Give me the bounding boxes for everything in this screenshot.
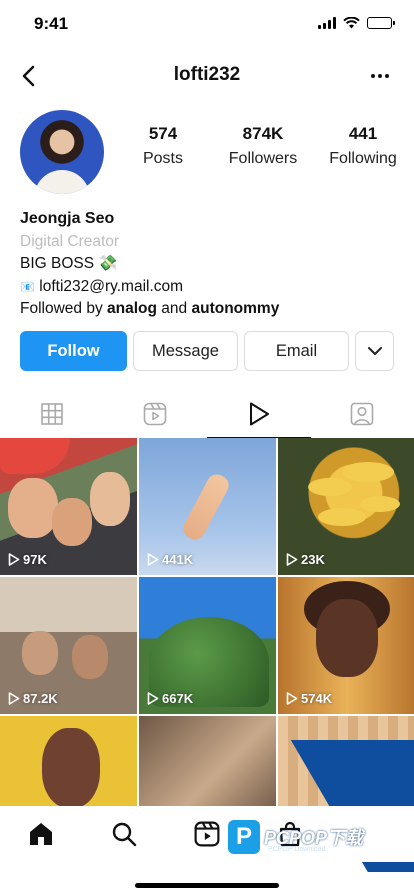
view-count: 667K <box>147 691 193 706</box>
stat-following[interactable]: 441 Following <box>318 124 408 168</box>
profile-bio: Jeongja Seo Digital Creator BIG BOSS 💸 📧… <box>20 208 400 321</box>
profile-stats: 574 Posts 874K Followers 441 Following <box>118 124 408 168</box>
view-count-text: 667K <box>162 691 194 706</box>
money-icon: 💸 <box>98 255 118 272</box>
tab-posts-grid[interactable] <box>0 390 104 438</box>
tab-videos[interactable] <box>207 390 311 438</box>
tab-reels[interactable] <box>104 390 208 438</box>
play-icon <box>286 692 298 705</box>
tagged-user-icon <box>350 402 374 426</box>
reels-icon <box>194 821 220 847</box>
followed-by-user-link[interactable]: analog <box>107 300 157 317</box>
email-button[interactable]: Email <box>244 331 349 371</box>
page-title: lofti232 <box>173 64 241 85</box>
watermark-p-icon: P <box>228 820 260 854</box>
status-icons <box>318 17 395 29</box>
play-icon <box>147 692 159 705</box>
view-count-text: 23K <box>301 552 325 567</box>
message-button[interactable]: Message <box>133 331 238 371</box>
nav-search[interactable] <box>104 814 144 854</box>
profile-category: Digital Creator <box>20 232 120 250</box>
video-thumbnail[interactable]: 97K <box>0 438 137 575</box>
search-icon <box>112 822 137 847</box>
video-thumbnail[interactable]: 441K <box>139 438 276 575</box>
profile-avatar[interactable] <box>20 110 104 194</box>
stat-label: Following <box>329 150 397 167</box>
home-icon <box>30 823 53 845</box>
bio-line: BIG BOSS 💸 <box>20 253 400 276</box>
stat-value: 874K <box>242 124 284 143</box>
view-count-text: 574K <box>301 691 333 706</box>
view-count: 23K <box>286 552 325 567</box>
bio-text: BIG BOSS <box>20 255 95 272</box>
chevron-down-icon <box>367 347 382 355</box>
reels-icon <box>143 402 167 426</box>
followed-by: Followed by analog and autonommy <box>20 298 400 321</box>
stat-value: 441 <box>348 124 378 143</box>
video-thumbnail[interactable]: 23K <box>278 438 414 575</box>
video-thumbnail[interactable]: 574K <box>278 577 414 714</box>
profile-actions: Follow Message Email <box>20 331 394 371</box>
email-envelope-icon: 📧 <box>20 279 35 294</box>
followed-by-and: and <box>161 300 188 317</box>
view-count-text: 87.2K <box>23 691 58 706</box>
stat-posts[interactable]: 574 Posts <box>118 124 208 168</box>
stat-label: Posts <box>142 150 183 167</box>
stat-followers[interactable]: 874K Followers <box>218 124 308 168</box>
play-icon <box>8 553 20 566</box>
view-count-text: 441K <box>162 552 194 567</box>
status-time: 9:41 <box>34 14 69 33</box>
content-tabs <box>0 390 414 438</box>
profile-header: lofti232 <box>0 56 414 96</box>
watermark-subtext: PCPOP Download <box>268 846 326 853</box>
status-bar: 9:41 <box>0 0 414 48</box>
battery-icon <box>367 17 395 29</box>
play-icon <box>147 553 159 566</box>
view-count: 97K <box>8 552 47 567</box>
follow-button[interactable]: Follow <box>20 331 127 371</box>
nav-home[interactable] <box>21 814 61 854</box>
stat-value: 574 <box>148 124 178 143</box>
view-count: 574K <box>286 691 332 706</box>
bio-email[interactable]: lofti232@ry.mail.com <box>39 278 183 295</box>
bio-email-line: 📧 lofti232@ry.mail.com <box>20 276 400 299</box>
tab-tagged[interactable] <box>311 390 414 438</box>
stat-label: Followers <box>228 150 298 167</box>
profile-name: Jeongja Seo <box>20 210 115 227</box>
play-icon <box>286 553 298 566</box>
cellular-signal-icon <box>318 17 336 29</box>
nav-reels[interactable] <box>187 814 227 854</box>
view-count-text: 97K <box>23 552 47 567</box>
video-thumbnail[interactable]: 667K <box>139 577 276 714</box>
view-count: 87.2K <box>8 691 58 706</box>
followed-by-prefix: Followed by <box>20 300 103 317</box>
play-icon <box>8 692 20 705</box>
wifi-icon <box>343 17 360 29</box>
home-indicator <box>135 883 279 888</box>
grid-icon <box>40 403 63 425</box>
suggested-users-button[interactable] <box>355 331 394 371</box>
video-thumbnail[interactable]: 87.2K <box>0 577 137 714</box>
view-count: 441K <box>147 552 193 567</box>
video-play-icon <box>249 402 269 426</box>
followed-by-user-link[interactable]: autonommy <box>191 300 279 317</box>
more-options-icon[interactable] <box>368 66 392 86</box>
